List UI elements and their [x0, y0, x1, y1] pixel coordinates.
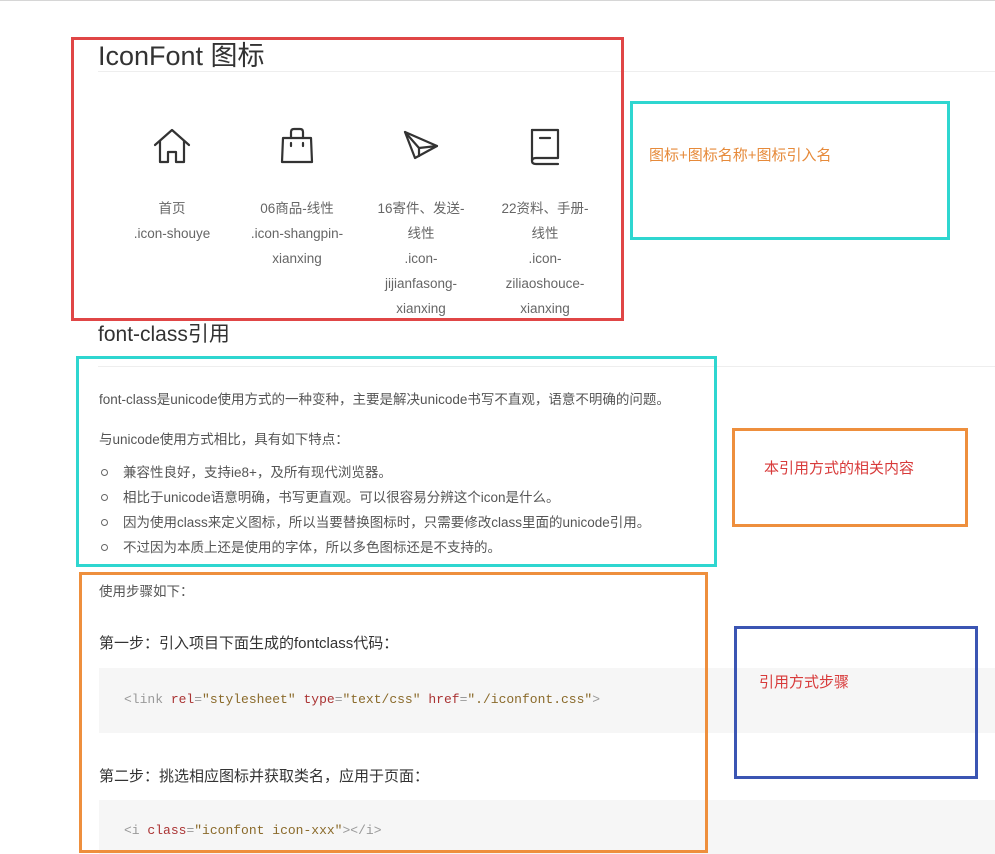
annotation-icon-info: 图标+图标名称+图标引入名	[649, 147, 832, 164]
cyan-content-frame	[76, 356, 717, 567]
annotation-usage-steps: 引用方式步骤	[759, 674, 850, 691]
section-title: font-class引用	[98, 323, 230, 346]
orange-steps-frame	[79, 572, 708, 853]
cyan-annotation-frame	[630, 101, 950, 240]
annotation-related-content: 本引用方式的相关内容	[764, 460, 915, 477]
blue-annotation-frame	[734, 626, 978, 779]
red-annotation-frame	[71, 37, 624, 321]
top-divider	[0, 0, 995, 1]
